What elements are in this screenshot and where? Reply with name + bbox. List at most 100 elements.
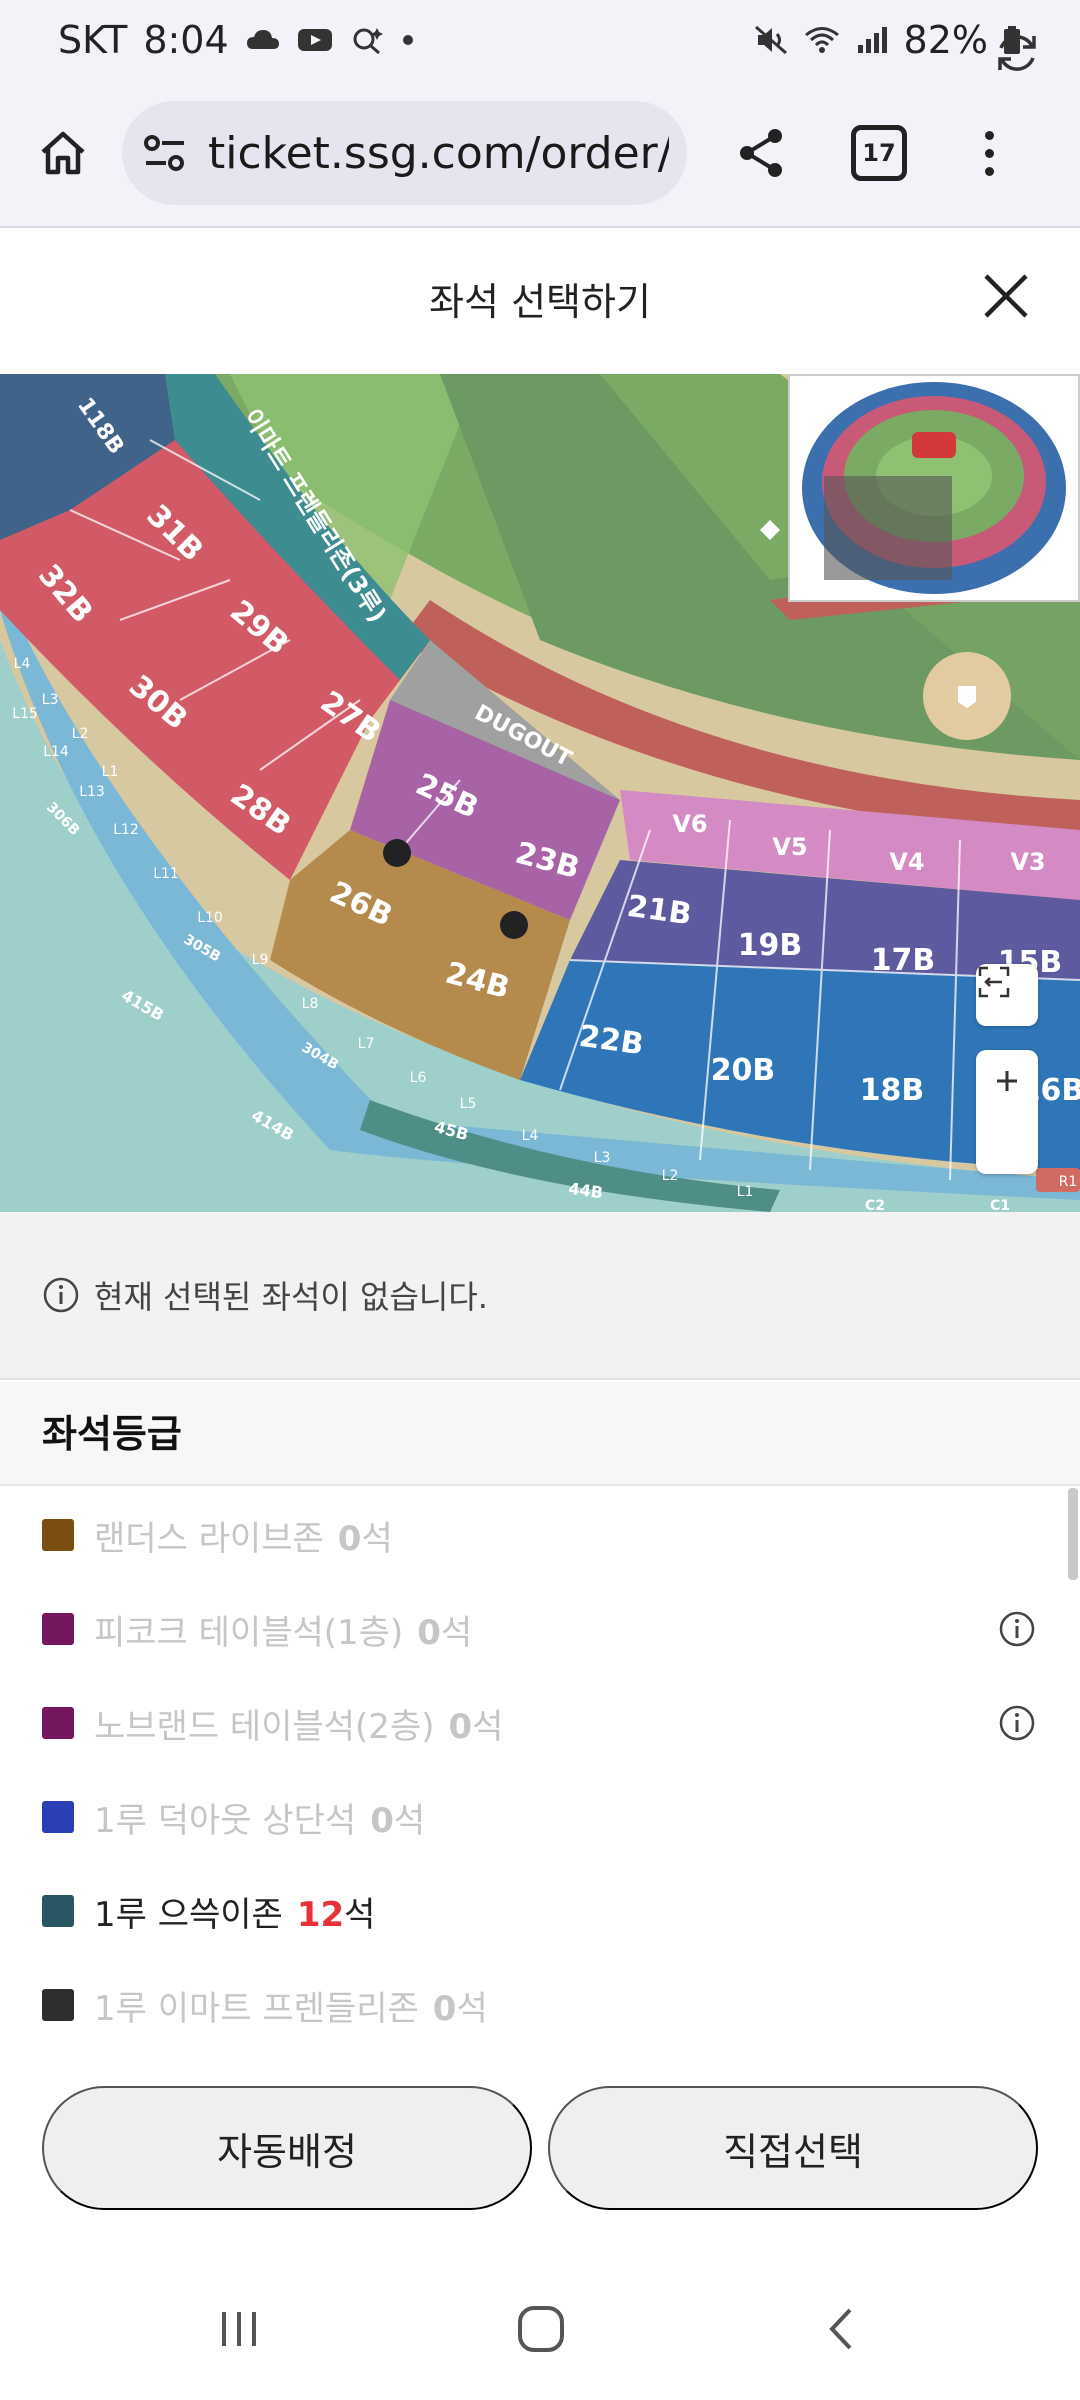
grade-name: 1루 덕아웃 상단석	[94, 1800, 357, 1841]
status-bar: SKT 8:04 82%	[0, 0, 1080, 80]
youtube-icon	[297, 29, 332, 51]
section-label: V3	[1010, 848, 1045, 876]
grade-unit: 석	[472, 1706, 504, 1747]
zoom-in-icon[interactable]	[976, 1050, 1038, 1112]
fit-view-button[interactable]	[976, 964, 1038, 1026]
grade-label: 1루 으쓱이존 12석	[94, 1887, 375, 1936]
manual-select-button[interactable]: 직접선택	[548, 2086, 1038, 2210]
wheelchair-icon	[500, 911, 528, 939]
grade-item[interactable]: 1루 으쓱이존 12석	[0, 1864, 1080, 1958]
battery-percent: 82%	[903, 18, 988, 62]
info-icon[interactable]	[998, 1704, 1036, 1742]
section-label: L14	[43, 744, 69, 760]
fit-screen-icon	[978, 966, 1010, 998]
wifi-icon	[804, 27, 839, 53]
close-icon[interactable]	[978, 268, 1034, 324]
section-label: L3	[594, 1150, 611, 1166]
grade-label: 노브랜드 테이블석(2층) 0석	[94, 1699, 503, 1748]
share-icon	[740, 129, 782, 177]
seat-map[interactable]: 118B 31B 32B 29B 30B 27B 28B 25B 26B 23B…	[0, 374, 1080, 1212]
tab-switcher-button[interactable]: 17	[851, 125, 907, 181]
site-settings-icon	[144, 135, 184, 171]
info-icon[interactable]	[998, 1610, 1036, 1648]
section-label: 20B	[711, 1053, 776, 1088]
section-label: C2	[865, 1198, 885, 1212]
search-spark-icon	[353, 28, 383, 55]
home-button[interactable]	[28, 118, 98, 188]
section-label: L5	[460, 1096, 477, 1112]
grade-unit: 석	[344, 1894, 376, 1935]
grade-count: 12	[296, 1894, 345, 1935]
section-label: V5	[772, 833, 807, 861]
dot	[984, 148, 994, 158]
grade-title: 좌석등급	[42, 1412, 182, 1456]
section-label: 17B	[871, 943, 936, 978]
browser-toolbar: ticket.ssg.com/order/r 17	[0, 80, 1080, 228]
minimap-viewport	[824, 476, 952, 580]
section-label: R1	[1059, 1174, 1078, 1190]
grade-count: 0	[337, 1518, 362, 1559]
section-label: 19B	[738, 928, 803, 963]
signal-icon	[857, 27, 887, 53]
home-icon	[41, 131, 85, 175]
grade-count: 0	[417, 1612, 441, 1653]
section-label: L2	[662, 1168, 679, 1184]
address-bar[interactable]: ticket.ssg.com/order/r	[122, 101, 687, 205]
grade-count: 0	[432, 1988, 457, 2029]
back-icon[interactable]	[822, 2304, 862, 2354]
grade-item[interactable]: 랜더스 라이브존 0석	[0, 1488, 1080, 1582]
grade-name: 피코크 테이블석(1층)	[94, 1612, 404, 1653]
section-label: L11	[153, 866, 179, 882]
section-label: L8	[302, 996, 319, 1012]
grade-unit: 석	[456, 1988, 488, 2029]
grade-swatch	[42, 1707, 74, 1739]
section-label: L3	[42, 692, 59, 708]
grade-unit: 석	[361, 1518, 393, 1559]
wheelchair-icon	[383, 839, 411, 867]
grade-label: 피코크 테이블석(1층) 0석	[94, 1605, 472, 1654]
grade-unit: 석	[440, 1612, 473, 1653]
recent-apps-icon[interactable]	[214, 2304, 264, 2354]
url-text: ticket.ssg.com/order/r	[208, 127, 669, 179]
cloud-icon	[246, 30, 279, 49]
grade-list[interactable]: 랜더스 라이브존 0석 피코크 테이블석(1층) 0석 노브랜드 테이블석(2층) 0…	[0, 1488, 1080, 2050]
section-label: L6	[410, 1070, 427, 1086]
stadium-minimap[interactable]	[788, 374, 1080, 602]
section-label: 18B	[860, 1073, 925, 1108]
section-label: L15	[12, 706, 38, 722]
grade-swatch	[42, 1801, 74, 1833]
section-label: L2	[72, 726, 89, 742]
section-label: V4	[889, 848, 924, 876]
grade-item[interactable]: 1루 이마트 프렌들리존 0석	[0, 1958, 1080, 2050]
section-label: C1	[990, 1198, 1010, 1212]
modal-title: 좌석 선택하기	[429, 280, 651, 324]
modal-header: 좌석 선택하기	[0, 230, 1080, 374]
clock: 8:04	[143, 18, 229, 62]
refresh-icon[interactable]	[992, 28, 1042, 78]
grade-name: 1루 으쓱이존	[94, 1894, 283, 1935]
auto-assign-button[interactable]: 자동배정	[42, 2086, 532, 2210]
notice-text: 현재 선택된 좌석이 없습니다.	[94, 1278, 488, 1316]
section-label: L4	[522, 1128, 539, 1144]
section-label: L1	[102, 764, 119, 780]
more-menu-button[interactable]	[969, 118, 1009, 188]
grade-header: 좌석등급	[0, 1382, 1080, 1486]
grade-item[interactable]: 1루 덕아웃 상단석 0석	[0, 1770, 1080, 1864]
dot	[984, 166, 994, 176]
minimap-graphic	[802, 382, 1066, 594]
section-label: V6	[672, 810, 707, 838]
grade-label: 1루 덕아웃 상단석 0석	[94, 1793, 425, 1842]
dot-icon	[402, 35, 413, 45]
grade-unit: 석	[393, 1800, 426, 1841]
grade-item[interactable]: 피코크 테이블석(1층) 0석	[0, 1582, 1080, 1676]
grade-list-scrollbar[interactable]	[1068, 1488, 1078, 1580]
grade-name: 랜더스 라이브존	[94, 1518, 324, 1559]
dot	[984, 130, 994, 140]
grade-label: 1루 이마트 프렌들리존 0석	[94, 1981, 488, 2030]
grade-count: 0	[448, 1706, 473, 1747]
grade-item[interactable]: 노브랜드 테이블석(2층) 0석	[0, 1676, 1080, 1770]
home-nav-icon[interactable]	[514, 2302, 568, 2356]
grade-swatch	[42, 1519, 74, 1551]
carrier: SKT	[58, 18, 128, 62]
share-button[interactable]	[727, 118, 797, 188]
